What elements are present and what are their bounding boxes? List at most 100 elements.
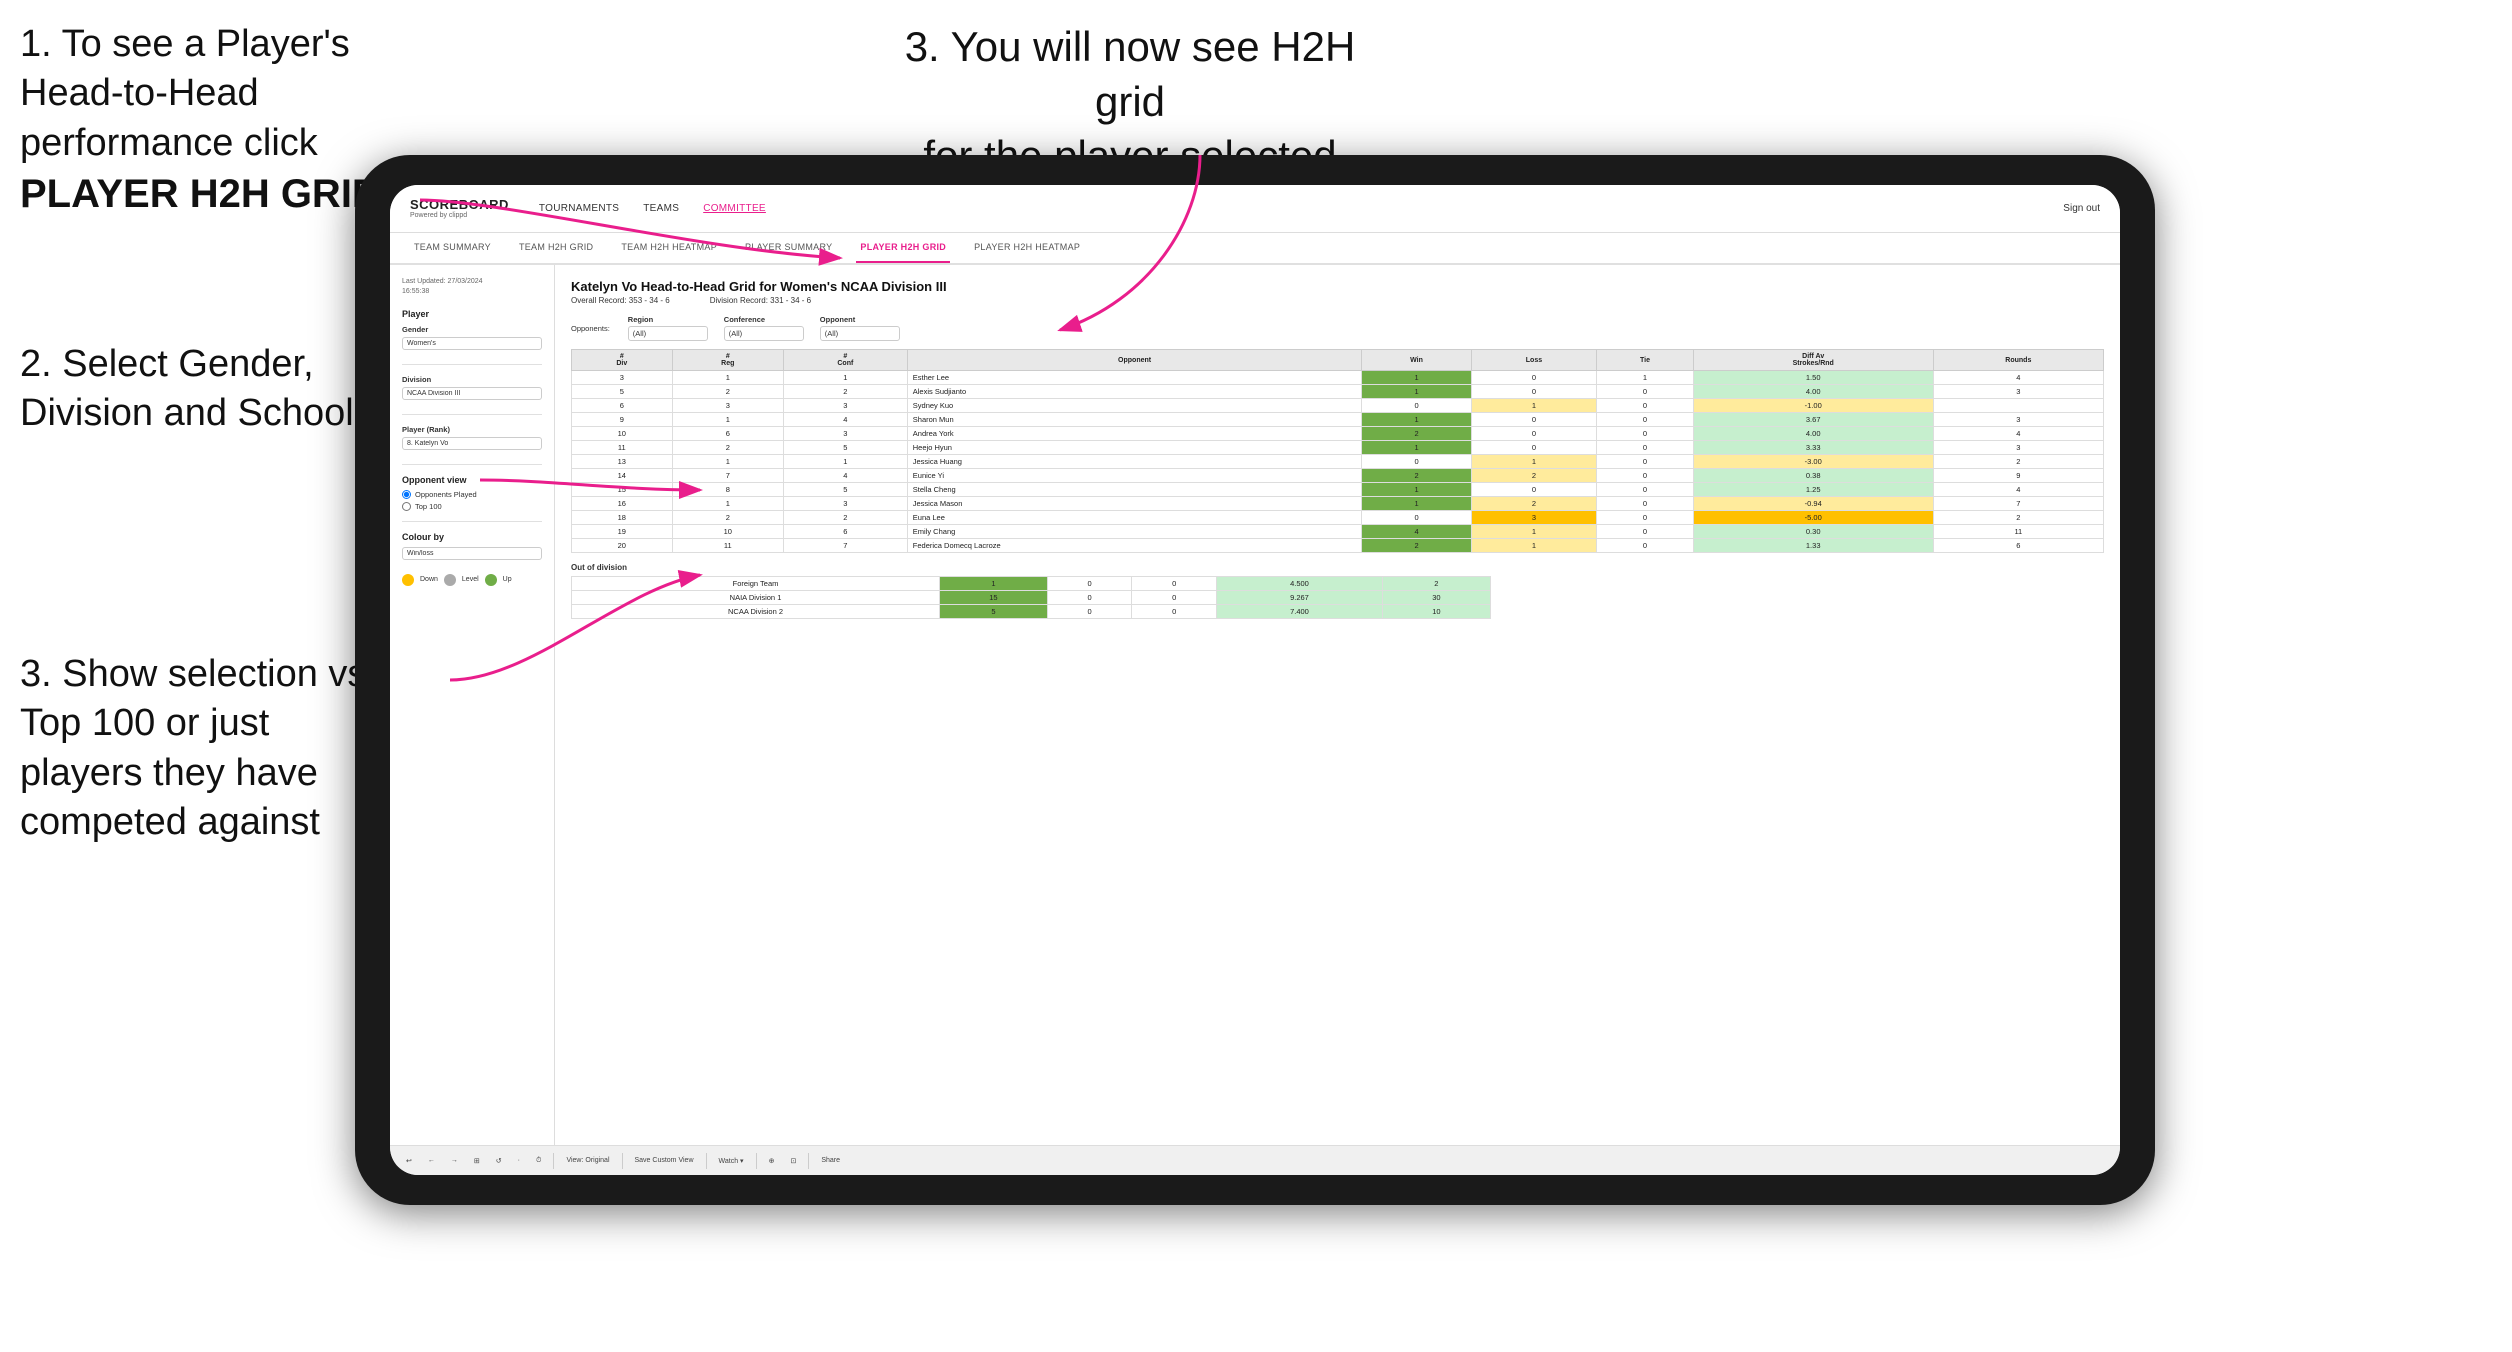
col-diff: Diff AvStrokes/Rnd [1693, 350, 1933, 371]
toolbar-grid[interactable]: ⊞ [470, 1155, 484, 1167]
radio-opponents-played[interactable]: Opponents Played [402, 490, 542, 499]
sidebar-colour-legend: Down Level Up [402, 574, 542, 586]
table-row: 1613Jessica Mason120-0.947 [572, 497, 2104, 511]
col-reg: #Reg [672, 350, 783, 371]
legend-dot-up [485, 574, 497, 586]
sidebar-division-select[interactable]: NCAA Division III NCAA Division I NCAA D… [402, 387, 542, 400]
filter-opponent-select[interactable]: (All) [820, 326, 900, 341]
toolbar-refresh[interactable]: ↺ [492, 1155, 506, 1167]
toolbar-watch[interactable]: Watch ▾ [715, 1155, 748, 1167]
col-tie: Tie [1597, 350, 1693, 371]
tablet-frame: SCOREBOARD Powered by clippd TOURNAMENTS… [355, 155, 2155, 1205]
col-div: #Div [572, 350, 673, 371]
legend-dot-down [402, 574, 414, 586]
division-record: Division Record: 331 - 34 - 6 [710, 296, 811, 305]
toolbar-clock[interactable]: ⏱ [532, 1155, 545, 1167]
col-conf: #Conf [783, 350, 907, 371]
col-opponent: Opponent [907, 350, 1362, 371]
toolbar-divider-5 [808, 1153, 809, 1169]
sidebar-divider-2 [402, 414, 542, 415]
subnav-team-h2h-grid[interactable]: TEAM H2H GRID [515, 233, 597, 263]
legend-label-level: Level [462, 576, 479, 583]
table-row: 522Alexis Sudjianto1004.003 [572, 385, 2104, 399]
legend-label-down: Down [420, 576, 438, 583]
nav-teams[interactable]: TEAMS [643, 203, 679, 214]
table-row: 1125Heejo Hyun1003.333 [572, 441, 2104, 455]
sidebar-colour-by-title: Colour by [402, 532, 542, 542]
grid-area: Katelyn Vo Head-to-Head Grid for Women's… [555, 265, 2120, 1145]
overall-record: Overall Record: 353 - 34 - 6 [571, 296, 670, 305]
nav-tournaments[interactable]: TOURNAMENTS [539, 203, 619, 214]
filter-conference-select[interactable]: (All) [724, 326, 804, 341]
logo-sub: Powered by clippd [410, 212, 509, 219]
table-row: 914Sharon Mun1003.673 [572, 413, 2104, 427]
nav-right: Sign out [2063, 203, 2100, 214]
toolbar-forward[interactable]: → [447, 1155, 462, 1166]
sub-nav: TEAM SUMMARY TEAM H2H GRID TEAM H2H HEAT… [390, 233, 2120, 265]
table-row: 19106Emily Chang4100.3011 [572, 525, 2104, 539]
toolbar-zoom-out[interactable]: ⊡ [786, 1155, 800, 1167]
sidebar-divider-1 [402, 364, 542, 365]
out-of-division-section: Out of division Foreign Team1004.5002NAI… [571, 563, 2104, 619]
filter-opponent-label: Opponent [820, 315, 900, 324]
toolbar-divider-3 [706, 1153, 707, 1169]
sidebar: Last Updated: 27/03/202416:55:38 Player … [390, 265, 555, 1145]
col-loss: Loss [1471, 350, 1597, 371]
bottom-toolbar: ↩ ← → ⊞ ↺ · ⏱ View: Original Save Custom… [390, 1145, 2120, 1175]
ood-table-row: NAIA Division 115009.26730 [572, 591, 1491, 605]
toolbar-share[interactable]: Share [817, 1155, 844, 1166]
subnav-player-summary[interactable]: PLAYER SUMMARY [741, 233, 836, 263]
toolbar-dot[interactable]: · [514, 1155, 524, 1166]
subnav-team-summary[interactable]: TEAM SUMMARY [410, 233, 495, 263]
tablet-screen: SCOREBOARD Powered by clippd TOURNAMENTS… [390, 185, 2120, 1175]
sidebar-player-section: Player [402, 309, 542, 319]
table-header-row: #Div #Reg #Conf Opponent Win Loss Tie Di… [572, 350, 2104, 371]
table-row: 1822Euna Lee030-5.002 [572, 511, 2104, 525]
sidebar-division-label: Division [402, 375, 542, 384]
out-of-division-table: Foreign Team1004.5002NAIA Division 11500… [571, 576, 1491, 619]
legend-dot-level [444, 574, 456, 586]
sidebar-divider-4 [402, 521, 542, 522]
main-content: Last Updated: 27/03/202416:55:38 Player … [390, 265, 2120, 1145]
ood-table-row: NCAA Division 25007.40010 [572, 605, 1491, 619]
table-row: 1474Eunice Yi2200.389 [572, 469, 2104, 483]
filter-opponent-group: Opponent (All) [820, 315, 900, 341]
sidebar-divider-3 [402, 464, 542, 465]
nav-bar: SCOREBOARD Powered by clippd TOURNAMENTS… [390, 185, 2120, 233]
record-row: Overall Record: 353 - 34 - 6 Division Re… [571, 296, 2104, 305]
sidebar-gender-label: Gender [402, 325, 542, 334]
filter-conference-group: Conference (All) [724, 315, 804, 341]
toolbar-zoom-in[interactable]: ⊕ [765, 1155, 779, 1167]
subnav-player-h2h-grid[interactable]: PLAYER H2H GRID [856, 233, 950, 263]
toolbar-divider-2 [622, 1153, 623, 1169]
sidebar-gender-select[interactable]: Women's Men's [402, 337, 542, 350]
col-rounds: Rounds [1933, 350, 2103, 371]
filter-region-label: Region [628, 315, 708, 324]
subnav-team-h2h-heatmap[interactable]: TEAM H2H HEATMAP [617, 233, 721, 263]
sidebar-opponent-radio-group: Opponents Played Top 100 [402, 490, 542, 511]
filter-region-select[interactable]: (All) [628, 326, 708, 341]
table-row: 1311Jessica Huang010-3.002 [572, 455, 2104, 469]
filter-opponents-label: Opponents: [571, 324, 610, 333]
nav-committee[interactable]: COMMITTEE [703, 203, 766, 214]
radio-top100[interactable]: Top 100 [402, 502, 542, 511]
toolbar-undo[interactable]: ↩ [402, 1155, 416, 1167]
toolbar-save-custom-view[interactable]: Save Custom View [631, 1155, 698, 1166]
toolbar-back[interactable]: ← [424, 1155, 439, 1166]
grid-title: Katelyn Vo Head-to-Head Grid for Women's… [571, 279, 2104, 294]
sidebar-colour-by-select[interactable]: Win/loss [402, 547, 542, 560]
toolbar-view-original[interactable]: View: Original [562, 1155, 613, 1166]
nav-signout[interactable]: Sign out [2063, 203, 2100, 214]
toolbar-divider-1 [553, 1153, 554, 1169]
logo-text: SCOREBOARD [410, 198, 509, 212]
sidebar-player-rank-select[interactable]: 8. Katelyn Vo [402, 437, 542, 450]
legend-label-up: Up [503, 576, 512, 583]
sidebar-timestamp: Last Updated: 27/03/202416:55:38 [402, 277, 542, 297]
table-row: 633Sydney Kuo010-1.00 [572, 399, 2104, 413]
table-row: 311Esther Lee1011.504 [572, 371, 2104, 385]
nav-links: TOURNAMENTS TEAMS COMMITTEE [539, 203, 2063, 214]
toolbar-divider-4 [756, 1153, 757, 1169]
subnav-player-h2h-heatmap[interactable]: PLAYER H2H HEATMAP [970, 233, 1084, 263]
instruction-2: 2. Select Gender, Division and School [20, 340, 400, 439]
filter-region-group: Region (All) [628, 315, 708, 341]
